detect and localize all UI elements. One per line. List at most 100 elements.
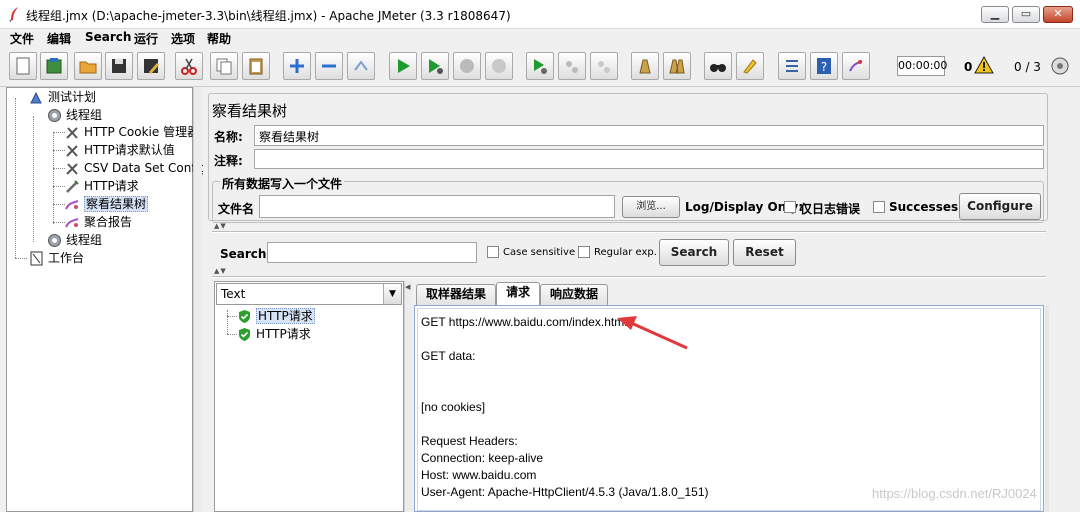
paste-icon[interactable] bbox=[242, 52, 270, 80]
panel-title: 察看结果树 bbox=[212, 102, 288, 120]
filename-input[interactable] bbox=[259, 195, 615, 218]
tree-node-thread-group-2[interactable]: 线程组 bbox=[47, 232, 102, 249]
tree-node-aggregate-report[interactable]: 聚合报告 bbox=[65, 214, 132, 231]
tab-response-data[interactable]: 响应数据 bbox=[540, 284, 608, 305]
menu-help[interactable]: 帮助 bbox=[207, 30, 231, 47]
tree-node-thread-group[interactable]: 线程组 bbox=[47, 107, 102, 124]
save-as-icon[interactable] bbox=[137, 52, 165, 80]
success-shield-icon bbox=[237, 327, 252, 342]
title-bar: 线程组.jmx (D:\apache-jmeter-3.3\bin\线程组.jm… bbox=[0, 0, 1080, 29]
tree-node-view-results-tree[interactable]: 察看结果树 bbox=[65, 196, 149, 213]
name-field[interactable]: 察看结果树 bbox=[254, 125, 1044, 146]
sample-item[interactable]: HTTP请求 bbox=[237, 326, 311, 343]
divider bbox=[212, 231, 1046, 233]
request-line: User-Agent: Apache-HttpClient/4.5.3 (Jav… bbox=[421, 485, 709, 499]
start-no-pause-icon[interactable] bbox=[421, 52, 449, 80]
case-sensitive-checkbox[interactable] bbox=[487, 246, 499, 258]
maximize-button[interactable]: ▭ bbox=[1012, 6, 1040, 23]
tree-splitter[interactable] bbox=[193, 87, 202, 512]
renderer-select[interactable]: Text ▼ bbox=[216, 283, 402, 305]
config-element-icon bbox=[65, 125, 80, 140]
save-icon[interactable] bbox=[105, 52, 133, 80]
new-icon[interactable] bbox=[9, 52, 37, 80]
menu-run[interactable]: 运行 bbox=[134, 30, 158, 47]
search-icon[interactable] bbox=[704, 52, 732, 80]
config-element-icon bbox=[65, 161, 80, 176]
tab-request[interactable]: 请求 bbox=[496, 282, 540, 305]
minimize-button[interactable]: ▁ bbox=[981, 6, 1009, 23]
request-line: GET data: bbox=[421, 349, 476, 363]
renderer-value: Text bbox=[221, 287, 246, 301]
menu-search[interactable]: Search bbox=[85, 30, 131, 44]
jmeter-feather-icon bbox=[8, 6, 22, 22]
results-splitter[interactable]: ◀ bbox=[404, 281, 412, 512]
reset-search-icon[interactable] bbox=[736, 52, 764, 80]
name-label: 名称: bbox=[214, 130, 243, 144]
help-icon[interactable]: ? bbox=[810, 52, 838, 80]
shutdown-icon[interactable] bbox=[485, 52, 513, 80]
sample-item[interactable]: HTTP请求 bbox=[237, 308, 315, 325]
thread-group-icon bbox=[47, 233, 62, 248]
success-shield-icon bbox=[237, 309, 252, 324]
expand-icon[interactable] bbox=[283, 52, 311, 80]
browse-button[interactable]: 浏览... bbox=[622, 196, 680, 218]
menu-file[interactable]: 文件 bbox=[10, 30, 34, 47]
search-input[interactable] bbox=[267, 242, 477, 263]
successes-checkbox[interactable] bbox=[873, 201, 885, 213]
close-button[interactable]: ✕ bbox=[1043, 6, 1073, 23]
tree-node-http-request[interactable]: HTTP请求 bbox=[65, 178, 139, 195]
request-line: [no cookies] bbox=[421, 400, 486, 414]
vertical-scrollbar[interactable] bbox=[1045, 305, 1049, 512]
collapse-icon[interactable] bbox=[315, 52, 343, 80]
regex-checkbox[interactable] bbox=[578, 246, 590, 258]
remote-exit-icon[interactable] bbox=[590, 52, 618, 80]
thread-group-icon bbox=[47, 108, 62, 123]
split-arrows-icon[interactable]: ▲▼ bbox=[214, 222, 227, 230]
templates-icon[interactable] bbox=[40, 52, 68, 80]
remote-stop-icon[interactable] bbox=[558, 52, 586, 80]
toggle-icon[interactable] bbox=[347, 52, 375, 80]
menu-edit[interactable]: 编辑 bbox=[47, 30, 71, 47]
annotation-arrow-icon bbox=[617, 316, 688, 350]
start-icon[interactable] bbox=[389, 52, 417, 80]
function-helper-icon[interactable] bbox=[778, 52, 806, 80]
error-count: 0 bbox=[964, 60, 973, 74]
collapse-left-icon[interactable]: ◀ bbox=[405, 283, 410, 291]
stop-icon[interactable] bbox=[453, 52, 481, 80]
tree-node-workbench[interactable]: 工作台 bbox=[29, 250, 84, 267]
tree-node-test-plan[interactable]: 测试计划 bbox=[29, 89, 96, 106]
tab-sampler-result[interactable]: 取样器结果 bbox=[416, 284, 496, 305]
test-plan-icon bbox=[29, 90, 44, 105]
tree-node-http-defaults[interactable]: HTTP请求默认值 bbox=[65, 142, 175, 159]
workbench-icon bbox=[29, 251, 44, 266]
search-button[interactable]: Search bbox=[659, 239, 729, 266]
cut-icon[interactable] bbox=[175, 52, 203, 80]
listener-icon bbox=[65, 215, 80, 230]
errors-only-checkbox[interactable] bbox=[784, 201, 796, 213]
configure-button[interactable]: Configure bbox=[959, 193, 1041, 220]
chevron-down-icon[interactable]: ▼ bbox=[383, 284, 401, 304]
test-plan-tree: 测试计划 线程组 HTTP Cookie 管理器 HTTP请求默认值 CSV D… bbox=[6, 87, 207, 512]
case-sensitive-label: Case sensitive bbox=[503, 247, 576, 258]
comment-label: 注释: bbox=[214, 154, 243, 168]
warning-icon[interactable] bbox=[974, 55, 994, 77]
search-label: Search: bbox=[220, 247, 272, 261]
tree-node-csv-data-set[interactable]: CSV Data Set Config bbox=[65, 160, 207, 177]
request-text-area[interactable]: GET https://www.baidu.com/index.html GET… bbox=[414, 305, 1044, 512]
remote-start-icon[interactable] bbox=[526, 52, 554, 80]
copy-icon[interactable] bbox=[210, 52, 238, 80]
window-title: 线程组.jmx (D:\apache-jmeter-3.3\bin\线程组.jm… bbox=[26, 9, 511, 23]
reset-button[interactable]: Reset bbox=[733, 239, 796, 266]
request-line: Connection: keep-alive bbox=[421, 451, 544, 465]
menu-bar: 文件 编辑 Search 运行 选项 帮助 bbox=[0, 29, 1080, 47]
comment-field[interactable] bbox=[254, 149, 1044, 169]
tree-node-cookie-manager[interactable]: HTTP Cookie 管理器 bbox=[65, 124, 199, 141]
open-icon[interactable] bbox=[74, 52, 102, 80]
thread-count: 0 / 3 bbox=[1014, 60, 1041, 74]
clear-icon[interactable] bbox=[631, 52, 659, 80]
menu-options[interactable]: 选项 bbox=[171, 30, 195, 47]
log-viewer-icon[interactable] bbox=[842, 52, 870, 80]
clear-all-icon[interactable] bbox=[663, 52, 691, 80]
split-arrows-icon[interactable]: ▲▼ bbox=[214, 267, 227, 275]
request-text-inner: GET https://www.baidu.com/index.html GET… bbox=[417, 308, 1041, 511]
